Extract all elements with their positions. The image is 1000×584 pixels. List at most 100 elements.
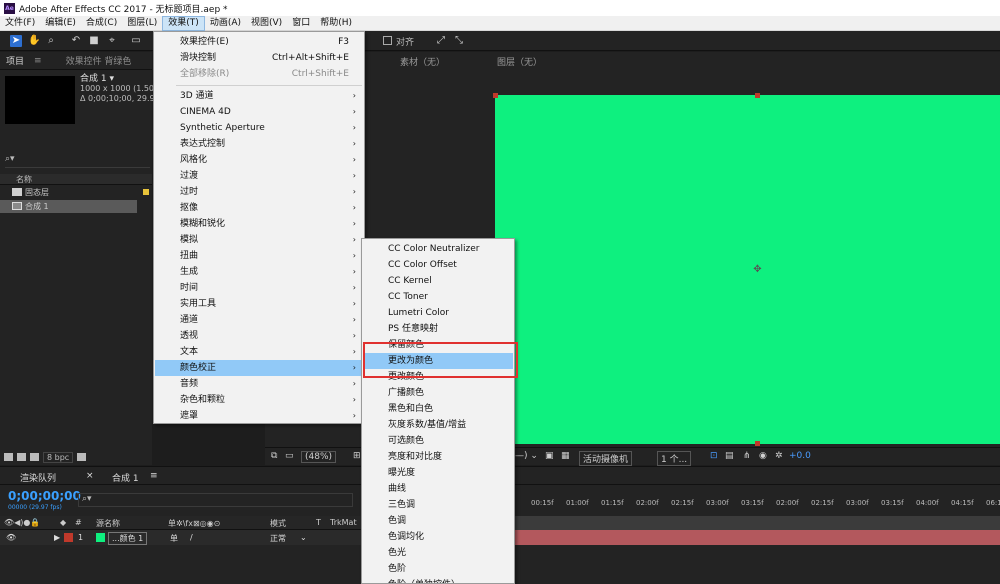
expand-icon[interactable]: ⤡ <box>453 35 465 47</box>
transparency-grid-icon[interactable]: ▦ <box>561 451 570 461</box>
submenu-item[interactable]: 亮度和对比度 <box>363 449 513 465</box>
time-ruler[interactable]: 00:15f 01:00f 01:15f 02:00f 02:15f 03:00f 03:1… <box>515 497 1000 512</box>
source-name-header[interactable]: 源名称 <box>96 518 120 529</box>
menu-item[interactable]: 帮助(H) <box>315 16 357 31</box>
rotate-tool-icon[interactable]: ↶ <box>70 35 82 47</box>
effect-menu-item[interactable]: 滑块控制 Ctrl+Alt+Shift+E <box>155 50 363 66</box>
effect-menu-item[interactable]: 表达式控制 › <box>155 136 363 152</box>
hand-tool-icon[interactable]: ✋ <box>28 35 40 47</box>
label-color-swatch[interactable] <box>64 533 73 542</box>
region-icon[interactable]: ▣ <box>545 451 554 461</box>
submenu-item[interactable]: 色阶（单独控件） <box>363 577 513 583</box>
rectangle-tool-icon[interactable]: ▭ <box>130 35 142 47</box>
align-checkbox[interactable] <box>383 36 392 45</box>
camera-dropdown[interactable]: 活动摄像机 <box>579 451 633 466</box>
tab-effect-controls[interactable]: 效果控件 背绿色 <box>48 54 138 67</box>
effect-menu-item[interactable]: 透视 › <box>155 328 363 344</box>
effect-menu-item[interactable]: 过时 › <box>155 184 363 200</box>
menu-item[interactable]: 编辑(E) <box>40 16 81 31</box>
submenu-item[interactable]: 色光 <box>363 545 513 561</box>
zoom-dropdown[interactable]: (48%) <box>301 451 337 463</box>
views-dropdown[interactable]: 1 个... <box>657 451 692 466</box>
submenu-item[interactable]: Lumetri Color <box>363 305 513 321</box>
submenu-item[interactable]: 三色调 <box>363 497 513 513</box>
effect-menu-item[interactable]: 颜色校正 › <box>155 360 363 376</box>
menu-item[interactable]: 动画(A) <box>205 16 246 31</box>
submenu-item[interactable]: CC Color Offset <box>363 257 513 273</box>
effect-menu-item[interactable]: 时间 › <box>155 280 363 296</box>
visibility-icon[interactable]: 👁 <box>6 533 16 542</box>
bounding-handle[interactable] <box>493 93 498 98</box>
submenu-item[interactable]: CC Kernel <box>363 273 513 289</box>
effect-menu-item[interactable]: 通道 › <box>155 312 363 328</box>
effect-menu-item[interactable]: 遮罩 › <box>155 408 363 424</box>
tab-composition[interactable]: 合成 1 <box>112 471 139 484</box>
submenu-item[interactable]: 灰度系数/基值/增益 <box>363 417 513 433</box>
name-column-header[interactable]: 名称 <box>0 174 152 185</box>
submenu-item[interactable]: CC Color Neutralizer <box>363 241 513 257</box>
trash-icon[interactable] <box>77 453 87 461</box>
effect-menu-item[interactable]: 扭曲 › <box>155 248 363 264</box>
zoom-tool-icon[interactable]: ⌕ <box>45 35 57 47</box>
magnify-icon[interactable]: ⧉ <box>271 451 277 461</box>
menu-icon[interactable]: ≡ <box>30 56 48 66</box>
effect-menu-item[interactable]: 生成 › <box>155 264 363 280</box>
submenu-item[interactable]: CC Toner <box>363 289 513 305</box>
timeline-search-input[interactable]: ⌕▾ <box>78 493 353 507</box>
tab-footage[interactable]: 素材（无） <box>400 55 445 68</box>
exposure-icon[interactable]: ✲ <box>775 451 783 461</box>
tab-layer[interactable]: 图层（无） <box>497 55 542 68</box>
display-icon[interactable]: ▭ <box>285 451 294 461</box>
timeline-icon[interactable]: ▤ <box>725 451 734 461</box>
effect-menu-item[interactable]: 杂色和颗粒 › <box>155 392 363 408</box>
project-item-composition[interactable]: 合成 1 <box>0 200 137 213</box>
effect-menu-item[interactable]: 全部移除(R) Ctrl+Shift+E <box>155 66 363 82</box>
fast-preview-icon[interactable]: ⊡ <box>710 451 718 461</box>
submenu-item[interactable]: 色调均化 <box>363 529 513 545</box>
layer-name[interactable]: ...颜色 1 <box>108 532 148 545</box>
exposure-value[interactable]: +0.0 <box>789 451 811 461</box>
effect-menu-item[interactable]: 过渡 › <box>155 168 363 184</box>
submenu-item[interactable]: 色阶 <box>363 561 513 577</box>
close-icon[interactable]: × <box>86 471 94 481</box>
bit-depth-button[interactable]: 8 bpc <box>43 451 74 463</box>
snap-icon[interactable]: ⤢ <box>435 35 447 47</box>
effect-menu-item[interactable]: 模糊和锐化 › <box>155 216 363 232</box>
flowchart-icon[interactable]: ⋔ <box>743 451 751 461</box>
submenu-item[interactable]: PS 任意映射 <box>363 321 513 337</box>
new-folder-icon[interactable] <box>17 453 26 461</box>
submenu-item[interactable]: 色调 <box>363 513 513 529</box>
effect-menu-item[interactable]: 文本 › <box>155 344 363 360</box>
menu-item[interactable]: 图层(L) <box>122 16 162 31</box>
bounding-handle[interactable] <box>755 93 760 98</box>
layer-duration-bar[interactable] <box>515 530 1000 545</box>
resolution-dropdown[interactable]: —) ⌄ <box>515 451 538 461</box>
mode-header[interactable]: 模式 <box>270 518 286 529</box>
effect-menu-item[interactable]: 音频 › <box>155 376 363 392</box>
submenu-item[interactable]: 曝光度 <box>363 465 513 481</box>
shy-switch-icon[interactable]: 单 <box>170 533 178 544</box>
menu-item[interactable]: 视图(V) <box>246 16 287 31</box>
mode-dropdown[interactable]: 正常 <box>270 533 286 544</box>
expand-arrow-icon[interactable]: ▶ <box>54 533 60 542</box>
project-search-input[interactable]: ⌕▾ <box>5 154 150 168</box>
effect-menu-item[interactable]: 风格化 › <box>155 152 363 168</box>
bounding-handle[interactable] <box>755 441 760 446</box>
effect-menu-item[interactable]: 3D 通道 › <box>155 88 363 104</box>
effect-menu-item[interactable]: CINEMA 4D › <box>155 104 363 120</box>
effect-menu-item[interactable]: 模拟 › <box>155 232 363 248</box>
mode-chevron-icon[interactable]: ⌄ <box>300 533 307 542</box>
menu-item[interactable]: 效果(T) <box>162 15 205 31</box>
menu-icon[interactable]: ≡ <box>150 471 158 481</box>
grid-icon[interactable]: ⊞ <box>353 451 361 461</box>
selection-tool-icon[interactable]: ➤ <box>10 35 22 47</box>
menu-item[interactable]: 合成(C) <box>81 16 122 31</box>
submenu-item[interactable]: 黑色和白色 <box>363 401 513 417</box>
pan-behind-tool-icon[interactable]: ⌖ <box>106 35 118 47</box>
effect-menu-item[interactable]: 抠像 › <box>155 200 363 216</box>
effect-menu-item[interactable]: Synthetic Aperture › <box>155 120 363 136</box>
tab-project[interactable]: 项目 <box>0 54 30 67</box>
camera-tool-icon[interactable]: ■ <box>88 35 100 47</box>
menu-item[interactable]: 窗口 <box>287 16 315 31</box>
tab-render-queue[interactable]: 渲染队列 <box>20 471 56 484</box>
